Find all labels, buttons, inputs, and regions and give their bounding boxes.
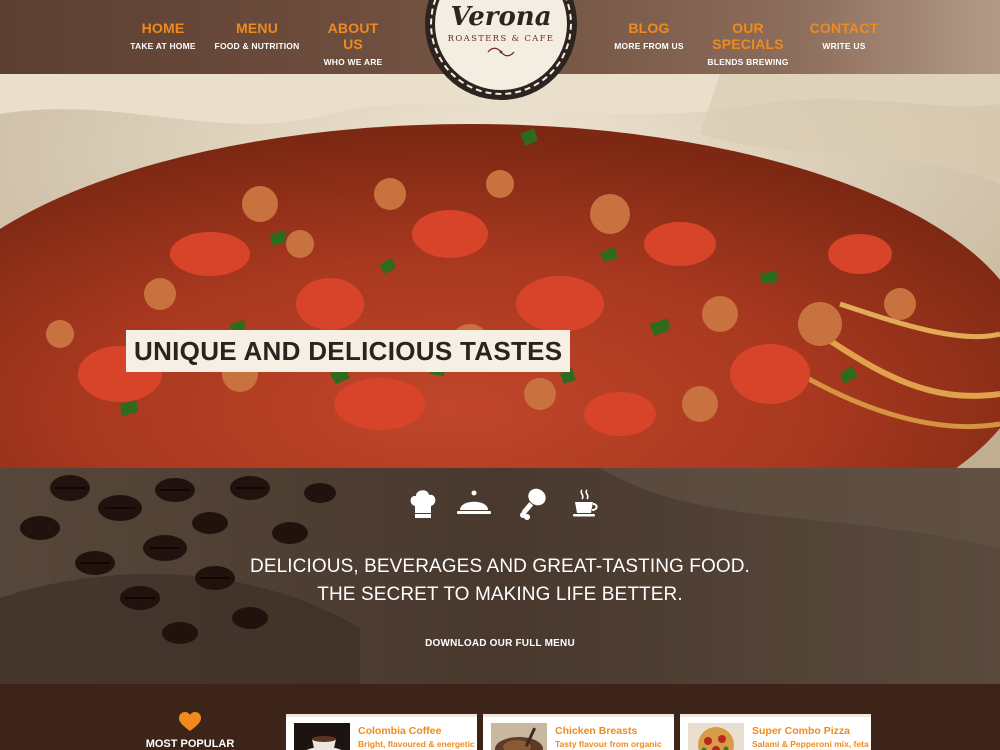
popular-item-description: Salami & Pepperoni mix, feta — [752, 739, 869, 749]
hero-title: UNIQUE AND DELICIOUS TASTES — [126, 330, 571, 372]
nav-about-sublabel: WHO WE ARE — [323, 57, 383, 67]
popular-item-colombia-coffee[interactable]: Colombia Coffee Bright, flavoured & ener… — [286, 714, 477, 750]
coffee-thumbnail — [294, 723, 350, 750]
nav-about[interactable]: ABOUT US WHO WE ARE — [318, 20, 388, 67]
nav-home-label: HOME — [141, 20, 185, 36]
nav-home[interactable]: HOME TAKE AT HOME — [128, 20, 198, 51]
popular-item-title: Chicken Breasts — [555, 725, 638, 737]
most-popular-label: MOST POPULAR — [145, 738, 235, 750]
download-menu-link[interactable]: DOWNLOAD OUR FULL MENU — [0, 638, 1000, 649]
drumstick-icon — [520, 488, 546, 520]
most-popular-section: MOST POPULAR Colombia Coffee Bright, fla… — [0, 684, 1000, 750]
tagline-line-1: DELICIOUS, BEVERAGES AND GREAT-TASTING F… — [250, 556, 750, 577]
chef-hat-icon — [410, 490, 436, 518]
popular-item-super-combo-pizza[interactable]: Super Combo Pizza Salami & Pepperoni mix… — [680, 714, 871, 750]
feature-icons — [396, 486, 606, 522]
popular-item-chicken-breasts[interactable]: Chicken Breasts Tasty flavour from organ… — [483, 714, 674, 750]
logo-tagline: ROASTERS & CAFE — [447, 34, 555, 44]
nav-blog[interactable]: BLOG MORE FROM US — [612, 20, 686, 51]
nav-specials-label: OUR SPECIALS — [712, 20, 784, 52]
popular-item-title: Super Combo Pizza — [752, 725, 851, 737]
coffee-cup-icon — [573, 489, 598, 517]
nav-blog-sublabel: MORE FROM US — [614, 41, 684, 51]
nav-contact[interactable]: CONTACT WRITE US — [808, 20, 880, 51]
nav-contact-sublabel: WRITE US — [822, 41, 866, 51]
nav-home-sublabel: TAKE AT HOME — [130, 41, 196, 51]
logo-ornament-icon — [487, 47, 515, 57]
hero-food-image — [0, 74, 1000, 468]
heart-icon — [179, 712, 201, 731]
nav-menu-sublabel: FOOD & NUTRITION — [214, 41, 300, 51]
tagline-section: DELICIOUS, BEVERAGES AND GREAT-TASTING F… — [0, 468, 1000, 684]
logo-wordmark: Verona — [450, 2, 552, 32]
chicken-thumbnail — [491, 723, 547, 750]
nav-specials[interactable]: OUR SPECIALS BLENDS BREWING — [700, 20, 796, 67]
popular-item-description: Tasty flavour from organic — [555, 739, 662, 749]
nav-specials-sublabel: BLENDS BREWING — [707, 57, 789, 67]
popular-item-title: Colombia Coffee — [358, 725, 442, 737]
hero-banner: UNIQUE AND DELICIOUS TASTES — [0, 74, 1000, 468]
cloche-icon — [457, 490, 491, 514]
pizza-thumbnail — [688, 723, 744, 750]
tagline-line-2: THE SECRET TO MAKING LIFE BETTER. — [317, 584, 683, 605]
nav-blog-label: BLOG — [628, 20, 670, 36]
nav-menu-label: MENU — [235, 20, 279, 36]
nav-menu[interactable]: MENU FOOD & NUTRITION — [212, 20, 302, 51]
nav-contact-label: CONTACT — [809, 20, 879, 36]
nav-about-label: ABOUT US — [327, 20, 379, 52]
popular-item-description: Bright, flavoured & energetic — [358, 739, 475, 749]
